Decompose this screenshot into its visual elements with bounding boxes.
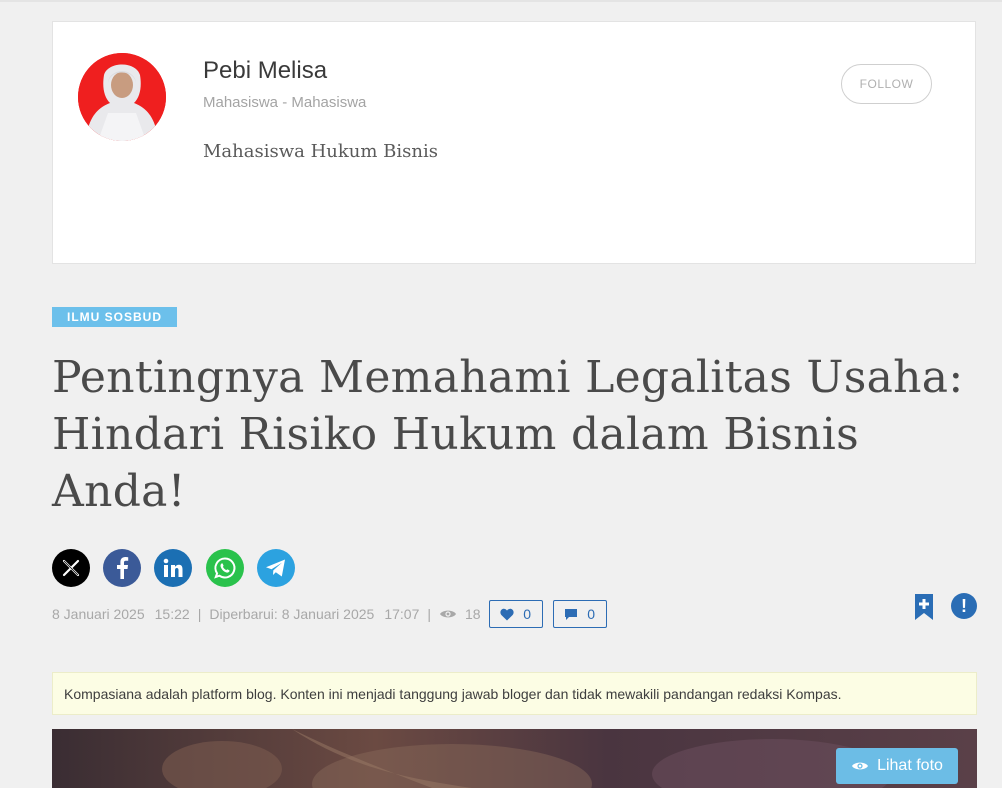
meta-separator: |: [197, 606, 202, 622]
author-bio: Mahasiswa Hukum Bisnis: [203, 141, 438, 162]
author-role: Mahasiswa - Mahasiswa: [203, 94, 367, 111]
comment-button[interactable]: 0: [552, 600, 607, 628]
eye-icon: [852, 762, 869, 770]
top-divider: [0, 0, 1002, 2]
view-photo-label: Lihat foto: [877, 757, 943, 774]
bookmark-add-icon[interactable]: [913, 594, 935, 620]
category-badge[interactable]: ILMU SOSBUD: [52, 307, 177, 327]
author-avatar[interactable]: [78, 53, 166, 141]
view-photo-button[interactable]: Lihat foto: [836, 748, 958, 784]
like-button[interactable]: 0: [488, 600, 543, 628]
share-linkedin-button[interactable]: [154, 549, 192, 587]
linkedin-icon: [163, 558, 183, 577]
author-card: Pebi Melisa Mahasiswa - Mahasiswa Mahasi…: [52, 21, 976, 264]
report-icon[interactable]: !: [951, 593, 977, 619]
telegram-icon: [266, 559, 285, 577]
comment-icon: [565, 608, 578, 620]
updated-date: Diperbarui: 8 Januari 2025: [209, 606, 375, 622]
x-icon: [62, 559, 80, 577]
meta-separator: |: [427, 606, 432, 622]
eye-icon: [440, 610, 457, 618]
share-x-button[interactable]: [52, 549, 90, 587]
like-count: 0: [523, 606, 531, 622]
updated-time: 17:07: [384, 606, 420, 622]
facebook-icon: [117, 557, 129, 579]
share-telegram-button[interactable]: [257, 549, 295, 587]
comment-count: 0: [587, 606, 595, 622]
view-count: 18: [465, 606, 481, 622]
author-name[interactable]: Pebi Melisa: [203, 57, 327, 85]
heart-icon: [500, 608, 514, 620]
published-time: 15:22: [154, 606, 190, 622]
follow-button[interactable]: FOLLOW: [841, 64, 932, 104]
whatsapp-icon: [214, 557, 236, 579]
disclaimer-banner: Kompasiana adalah platform blog. Konten …: [52, 672, 977, 715]
article-title: Pentingnya Memahami Legalitas Usaha: Hin…: [52, 352, 964, 517]
share-facebook-button[interactable]: [103, 549, 141, 587]
article-meta: 8 Januari 2025 15:22 | Diperbarui: 8 Jan…: [52, 600, 607, 628]
share-whatsapp-button[interactable]: [206, 549, 244, 587]
published-date: 8 Januari 2025: [52, 606, 145, 622]
